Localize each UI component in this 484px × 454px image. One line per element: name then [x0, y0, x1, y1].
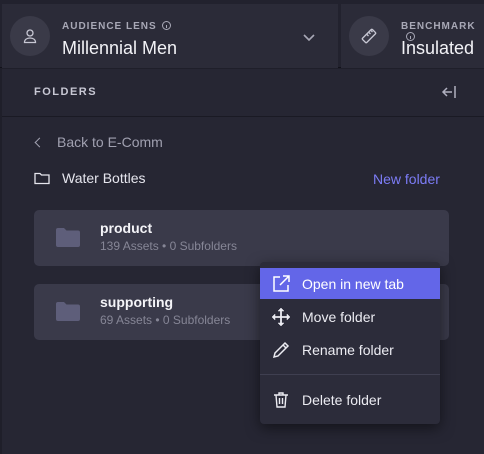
current-folder: Water Bottles: [34, 170, 146, 186]
back-link[interactable]: Back to E-Comm: [34, 134, 163, 150]
menu-item-label: Move folder: [302, 308, 376, 325]
chevron-left-icon: [34, 137, 45, 147]
panel-title: FOLDERS: [34, 86, 98, 98]
current-folder-label: Water Bottles: [62, 170, 146, 186]
back-label: Back to E-Comm: [57, 134, 163, 150]
menu-item-move-folder[interactable]: Move folder: [260, 301, 440, 332]
menu-divider: [260, 374, 440, 375]
user-icon: [10, 16, 50, 56]
folder-meta: 69 Assets • 0 Subfolders: [100, 313, 231, 327]
panel-header: FOLDERS: [2, 69, 484, 117]
menu-item-label: Open in new tab: [302, 275, 404, 292]
folder-name: supporting: [100, 294, 174, 310]
collapse-panel-icon[interactable]: [440, 83, 458, 106]
top-bar: AUDIENCE LENS Millennial Men BENCHMARK I…: [0, 0, 484, 68]
folder-icon: [56, 301, 80, 326]
new-folder-button[interactable]: New folder: [373, 171, 440, 187]
folder-outline-icon: [34, 172, 50, 185]
audience-lens-kicker: AUDIENCE LENS: [62, 21, 171, 32]
folder-name: product: [100, 220, 153, 236]
info-icon[interactable]: [161, 21, 171, 30]
menu-item-rename-folder[interactable]: Rename folder: [260, 334, 440, 365]
external-link-icon: [260, 274, 302, 294]
menu-item-label: Rename folder: [302, 341, 394, 358]
move-icon: [260, 307, 302, 327]
chevron-down-icon[interactable]: [302, 30, 316, 48]
folder-meta: 139 Assets • 0 Subfolders: [100, 239, 237, 253]
benchmark-value: Insulated: [401, 38, 475, 58]
trash-icon: [260, 391, 302, 409]
folder-icon: [56, 227, 80, 252]
audience-lens-selector[interactable]: AUDIENCE LENS Millennial Men: [2, 4, 338, 68]
menu-item-delete-folder[interactable]: Delete folder: [260, 384, 440, 415]
pencil-icon: [260, 340, 302, 360]
folder-context-menu: Open in new tab Move folder Rename folde…: [260, 262, 440, 424]
ruler-icon: [349, 16, 389, 56]
menu-item-open-new-tab[interactable]: Open in new tab: [260, 268, 440, 299]
audience-lens-value: Millennial Men: [62, 38, 178, 58]
benchmark-selector[interactable]: BENCHMARK Insulated: [341, 4, 484, 68]
folder-card[interactable]: product 139 Assets • 0 Subfolders: [34, 210, 449, 266]
menu-item-label: Delete folder: [302, 391, 382, 408]
